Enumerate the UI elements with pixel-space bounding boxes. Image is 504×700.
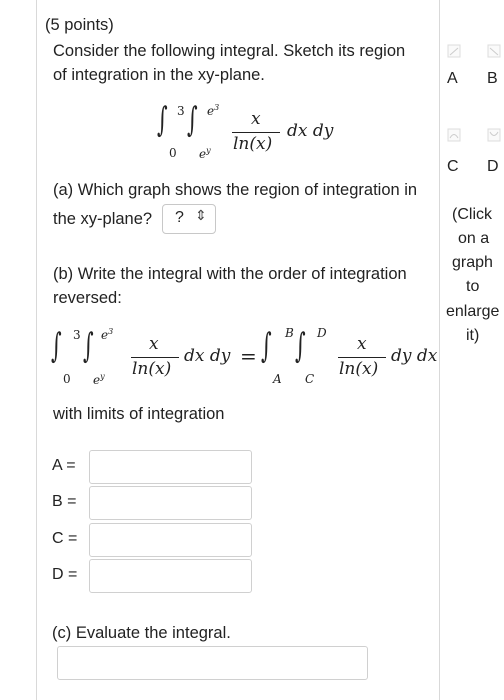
prompt-line-1: Consider the following integral. Sketch … (53, 42, 406, 60)
outer-upper-limit: 3 (177, 104, 185, 118)
lhs-fraction-bar (131, 357, 179, 358)
integrand-numerator: x (251, 109, 261, 129)
rhs-lower-inner: C (305, 372, 315, 386)
limits-label: with limits of integration (53, 405, 225, 423)
part-a-line-1: (a) Which graph shows the region of inte… (53, 181, 418, 199)
inner-lower-limit: ey (199, 146, 211, 161)
rhs-inner-integral-sign: ∫ (295, 326, 306, 366)
field-c-label: C = (52, 530, 78, 547)
hint-line: enlarge (446, 303, 500, 320)
rhs-upper-outer: B (285, 326, 294, 340)
rhs-upper-inner: D (317, 326, 327, 340)
lhs-numerator: x (149, 334, 159, 354)
graph-label-c: C (447, 158, 459, 175)
limit-a-input[interactable] (89, 450, 252, 484)
rhs-lower-outer: A (273, 372, 282, 386)
lhs-differentials: dx dy (184, 346, 231, 366)
up-down-chevron-icon: ⇕ (195, 207, 207, 223)
integral-differentials: dx dy (287, 121, 334, 141)
rhs-numerator: x (357, 334, 367, 354)
outer-integral-sign: ∫ (157, 100, 168, 140)
part-b-line-1: (b) Write the integral with the order of… (53, 265, 407, 283)
integral-value-input[interactable] (57, 646, 368, 680)
graph-c-thumbnail[interactable] (447, 128, 461, 142)
lhs-inner-upper: e3 (101, 327, 114, 342)
lhs-outer-upper: 3 (73, 328, 81, 342)
prompt-line-2: of integration in the xy-plane. (53, 66, 265, 84)
graph-label-b: B (487, 70, 498, 87)
field-b-label: B = (52, 493, 77, 510)
lhs-denominator: ln(x) (132, 359, 172, 379)
hint-line: on a (458, 230, 490, 247)
limit-d-input[interactable] (89, 559, 252, 593)
fraction-bar (232, 132, 280, 133)
graph-label-a: A (447, 70, 458, 87)
field-d-label: D = (52, 566, 78, 583)
lhs-inner-lower: ey (93, 372, 105, 387)
lhs-outer-integral-sign: ∫ (51, 326, 62, 366)
part-b-line-2: reversed: (53, 289, 122, 307)
graph-select-dropdown[interactable]: ? ⇕ (162, 204, 216, 234)
graph-d-thumbnail[interactable] (487, 128, 501, 142)
hint-line: to (466, 278, 480, 295)
graph-b-thumbnail[interactable] (487, 44, 501, 58)
inner-upper-limit: e3 (207, 103, 220, 118)
rhs-denominator: ln(x) (339, 359, 379, 379)
outer-lower-limit: 0 (169, 146, 177, 160)
rhs-differentials: dy dx (391, 346, 438, 366)
field-a-label: A = (52, 457, 76, 474)
lhs-outer-lower: 0 (63, 372, 71, 386)
rhs-fraction-bar (338, 357, 386, 358)
hint-line: graph (452, 254, 493, 271)
limit-c-input[interactable] (89, 523, 252, 557)
points-label: (5 points) (45, 16, 114, 34)
integrand-denominator: ln(x) (233, 134, 273, 154)
graph-label-d: D (487, 158, 499, 175)
graph-a-thumbnail[interactable] (447, 44, 461, 58)
select-value: ? (175, 209, 184, 226)
equals-sign: = (240, 344, 257, 368)
part-a-line-2: the xy-plane? (53, 210, 153, 228)
rhs-outer-integral-sign: ∫ (261, 326, 272, 366)
inner-integral-sign: ∫ (187, 100, 198, 140)
question-panel: (5 points) Consider the following integr… (36, 0, 440, 700)
hint-line: it) (466, 327, 480, 344)
hint-line: (Click (452, 206, 492, 223)
limit-b-input[interactable] (89, 486, 252, 520)
part-c-label: (c) Evaluate the integral. (52, 624, 231, 642)
lhs-inner-integral-sign: ∫ (83, 326, 94, 366)
